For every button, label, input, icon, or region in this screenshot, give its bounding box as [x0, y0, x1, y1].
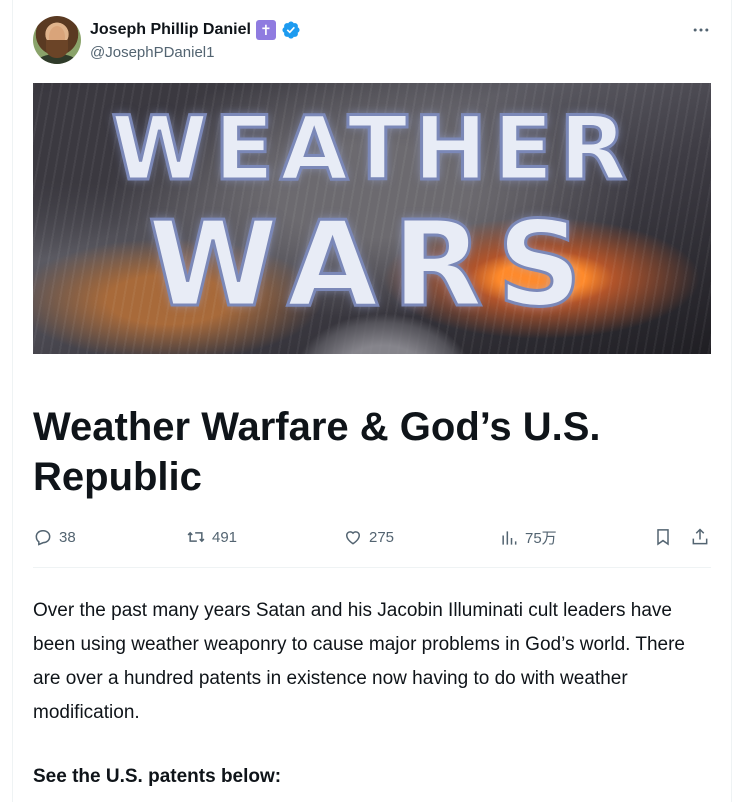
retweet-button[interactable]: 491	[186, 527, 237, 547]
retweet-icon	[187, 531, 205, 543]
article-title: Weather Warfare & God’s U.S. Republic	[33, 405, 601, 499]
more-dots-icon[interactable]	[689, 18, 713, 42]
article-subhead: See the U.S. patents below:	[33, 766, 282, 787]
like-count: 275	[369, 528, 395, 546]
author-name-row: Joseph Phillip Daniel ✝	[90, 20, 301, 40]
retweet-count: 491	[212, 528, 238, 546]
bookmark-icon	[657, 529, 669, 546]
reply-icon	[35, 530, 51, 546]
article-body: Over the past many years Satan and his J…	[33, 600, 685, 723]
author-header: Joseph Phillip Daniel ✝ @JosephPDaniel1	[33, 16, 713, 68]
share-icon	[692, 528, 708, 545]
views-icon	[502, 530, 517, 545]
cover-image[interactable]: WEATHER WARS	[33, 83, 711, 354]
cross-badge-icon: ✝	[255, 20, 276, 40]
divider	[33, 567, 711, 568]
reply-button[interactable]: 38	[33, 527, 76, 547]
like-button[interactable]: 275	[343, 527, 394, 547]
views-count: 75万	[525, 530, 557, 547]
cover-title-line2: WARS	[146, 194, 597, 335]
author-display-name[interactable]: Joseph Phillip Daniel	[90, 21, 251, 39]
avatar[interactable]	[33, 16, 81, 64]
share-button[interactable]	[690, 527, 710, 547]
views-button[interactable]: 75万	[499, 527, 557, 548]
bookmark-button[interactable]	[653, 527, 673, 547]
cover-title-line1: WEATHER	[109, 96, 633, 202]
author-handle[interactable]: @JosephPDaniel1	[90, 44, 214, 61]
verified-badge-icon	[281, 20, 301, 40]
like-icon	[345, 531, 361, 545]
action-bar: 38 491 275 75万	[33, 527, 713, 553]
reply-count: 38	[59, 528, 76, 546]
